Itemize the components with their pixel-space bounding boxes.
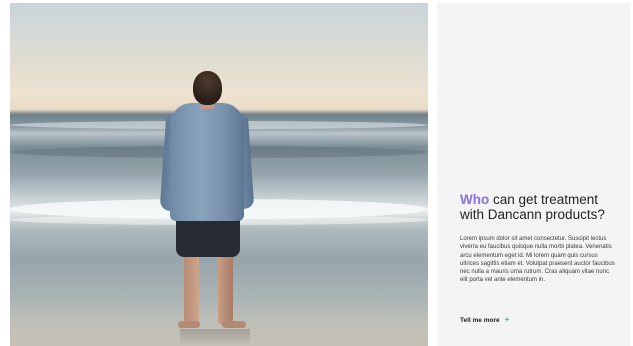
man-figure [10, 3, 428, 346]
plus-icon: + [504, 315, 510, 324]
right-foot [222, 321, 246, 328]
tell-me-more-button[interactable]: Tell me more + [460, 316, 509, 324]
shirt [170, 103, 244, 221]
tell-me-more-label: Tell me more [460, 316, 500, 324]
left-leg [184, 251, 199, 325]
body-text: Lorem ipsum dolor sit amet consectetur. … [460, 236, 615, 284]
headline-accent: Who [460, 192, 490, 207]
head [193, 71, 222, 105]
hero-image [10, 3, 428, 346]
left-foot [178, 321, 200, 328]
info-panel: Who can get treatment with Dancann produ… [437, 3, 630, 346]
headline: Who can get treatment with Dancann produ… [460, 192, 625, 222]
right-leg [218, 251, 233, 325]
reflection [180, 329, 250, 346]
